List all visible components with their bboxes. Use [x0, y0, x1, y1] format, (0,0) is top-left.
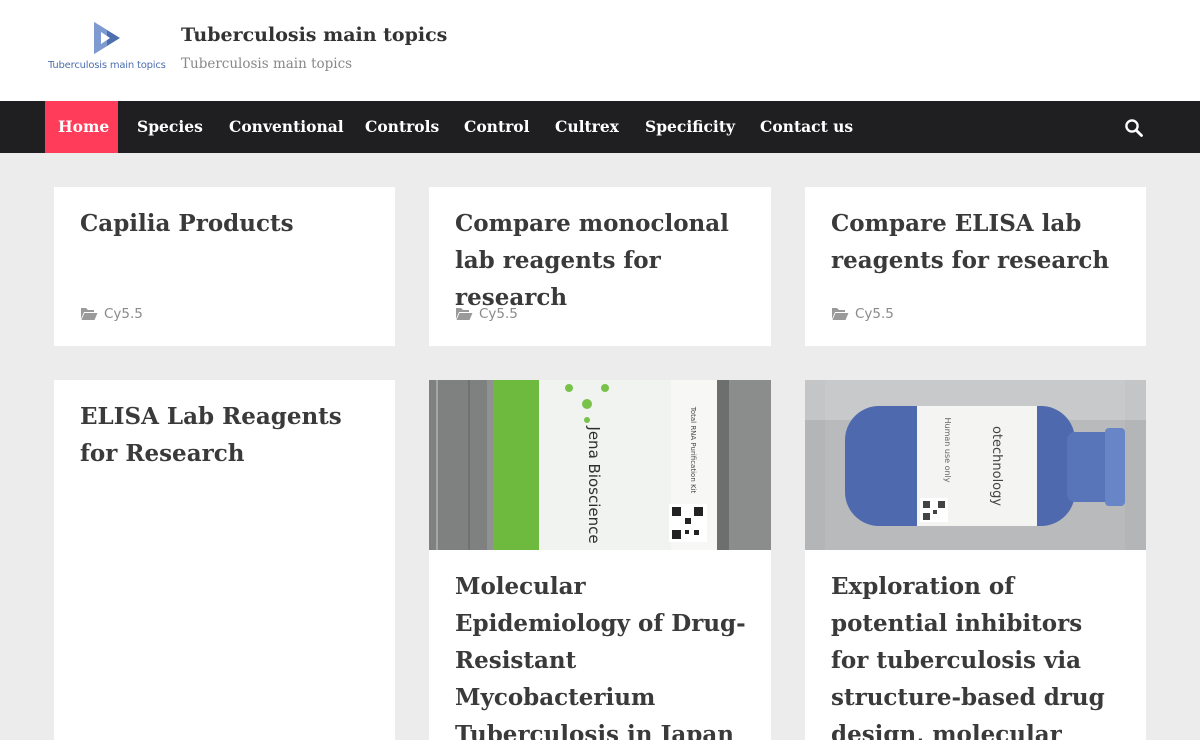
nav-item-control[interactable]: Control — [464, 101, 530, 153]
post-title[interactable]: Compare monoclonal lab reagents for rese… — [455, 205, 749, 316]
kit-label-text: Total RNA Purification Kit — [689, 406, 697, 494]
post-category-link[interactable]: Cy5.5 — [855, 306, 894, 322]
nav-item-cultrex[interactable]: Cultrex — [555, 101, 619, 153]
nav-item-species[interactable]: Species — [137, 101, 203, 153]
logo-text: Tuberculosis main topics — [48, 60, 166, 71]
kit-brand-text: Jena Bioscience — [585, 425, 603, 543]
post-card: Compare monoclonal lab reagents for rese… — [429, 187, 771, 346]
folder-icon — [456, 308, 473, 320]
main-navigation: Home Species Conventional Controls Contr… — [0, 101, 1200, 153]
folder-icon — [832, 308, 849, 320]
post-thumbnail[interactable]: Jena Bioscience Total RNA Purification K… — [429, 380, 771, 550]
nav-item-controls[interactable]: Controls — [365, 101, 439, 153]
post-category-link[interactable]: Cy5.5 — [479, 306, 518, 322]
post-card: Compare ELISA lab reagents for research … — [805, 187, 1146, 346]
post-title[interactable]: Molecular Epidemiology of Drug-Resistant… — [455, 568, 749, 740]
site-title[interactable]: Tuberculosis main topics — [181, 24, 447, 46]
play-logo-icon — [94, 22, 120, 54]
post-card: Jena Bioscience Total RNA Purification K… — [429, 380, 771, 740]
post-thumbnail[interactable]: otechnology Human use only — [805, 380, 1146, 550]
site-logo[interactable]: Tuberculosis main topics — [46, 20, 168, 76]
post-category: Cy5.5 — [831, 306, 894, 326]
site-header: Tuberculosis main topics Tuberculosis ma… — [0, 0, 1200, 101]
search-icon[interactable] — [1124, 118, 1144, 138]
reagent-bottle-photo: otechnology Human use only — [805, 380, 1146, 550]
post-category: Cy5.5 — [80, 306, 143, 326]
site-tagline: Tuberculosis main topics — [181, 56, 353, 72]
nav-item-home[interactable]: Home — [45, 101, 118, 153]
nav-item-specificity[interactable]: Specificity — [645, 101, 735, 153]
post-card: Capilia Products Cy5.5 — [54, 187, 395, 346]
nav-item-contact-us[interactable]: Contact us — [760, 101, 853, 153]
post-title[interactable]: Capilia Products — [80, 205, 373, 242]
post-card: otechnology Human use only Exploration o… — [805, 380, 1146, 740]
folder-icon — [81, 308, 98, 320]
nav-item-conventional[interactable]: Conventional — [229, 101, 344, 153]
post-title[interactable]: ELISA Lab Reagents for Research — [80, 398, 373, 472]
post-title[interactable]: Compare ELISA lab reagents for research — [831, 205, 1124, 279]
post-card: ELISA Lab Reagents for Research — [54, 380, 395, 740]
post-category: Cy5.5 — [455, 306, 518, 326]
post-title[interactable]: Exploration of potential inhibitors for … — [831, 568, 1124, 740]
post-category-link[interactable]: Cy5.5 — [104, 306, 143, 322]
kit-box-photo: Jena Bioscience Total RNA Purification K… — [429, 380, 771, 550]
